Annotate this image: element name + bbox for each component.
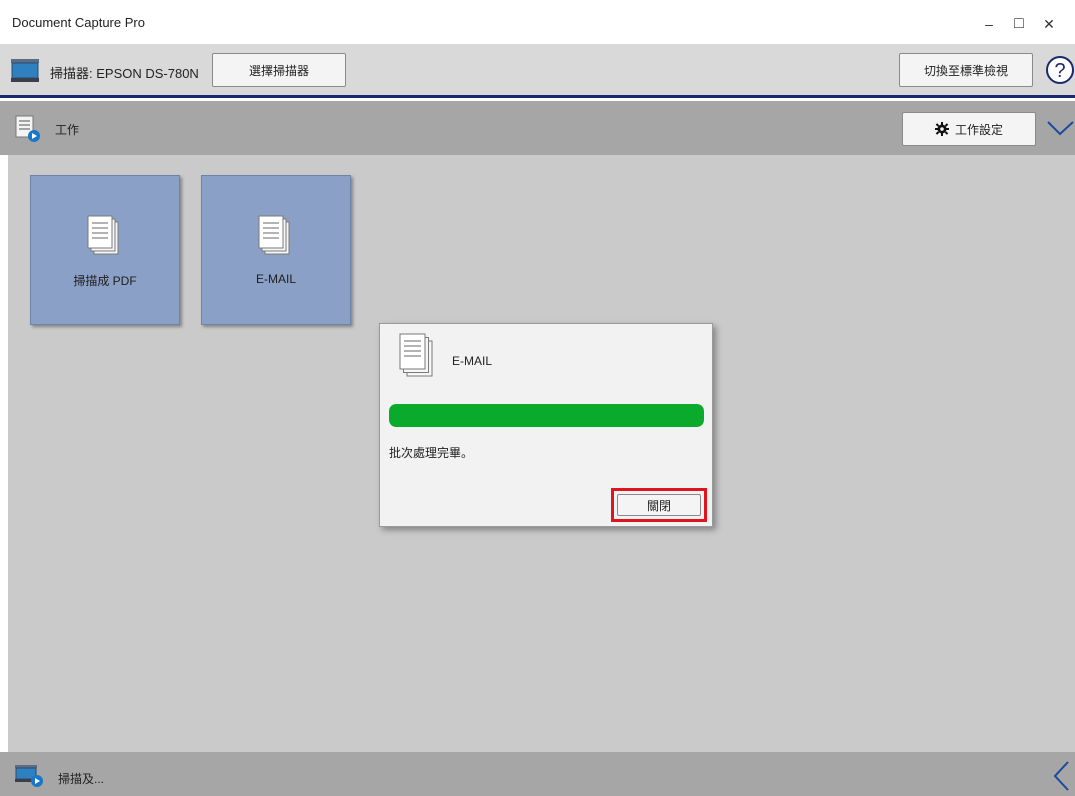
close-window-button[interactable]: ✕ [1034, 12, 1064, 36]
gear-icon [934, 122, 949, 136]
scanner-icon [11, 59, 39, 82]
scanner-name-label: 掃描器: EPSON DS-780N [50, 66, 199, 81]
maximize-button[interactable]: □ [1004, 12, 1034, 36]
document-stack-icon [399, 333, 433, 377]
job-tile-scan-to-pdf[interactable]: 掃描成 PDF [30, 175, 180, 325]
progress-bar [389, 404, 704, 427]
question-circle-icon[interactable]: ? [1045, 53, 1075, 87]
close-button[interactable]: 關閉 [617, 494, 701, 516]
maximize-icon: □ [1014, 15, 1024, 32]
bottom-bar: 掃描及... [0, 752, 1075, 796]
chevron-left-icon[interactable] [1048, 758, 1075, 794]
job-tile-label: 掃描成 PDF [73, 274, 137, 288]
window-title: Document Capture Pro [12, 15, 145, 30]
minimize-button[interactable]: – [974, 12, 1004, 36]
jobs-label: 工作 [55, 123, 80, 137]
jobs-bar: 工作 工作設定 [0, 101, 1075, 155]
document-stack-icon [258, 215, 290, 255]
title-bar: Document Capture Pro – □ ✕ [0, 0, 1075, 44]
job-tile-email[interactable]: E-MAIL [201, 175, 351, 325]
job-list-icon [15, 115, 40, 142]
status-message: 批次處理完畢。 [389, 446, 474, 460]
scan-to-label: 掃描及... [58, 772, 105, 786]
select-scanner-button[interactable]: 選擇掃描器 [212, 53, 346, 87]
minimize-icon: – [985, 16, 993, 32]
scan-to-icon [15, 765, 43, 787]
job-settings-button[interactable]: 工作設定 [902, 112, 1036, 146]
dialog-title: E-MAIL [452, 354, 493, 368]
progress-fill [389, 404, 704, 427]
switch-to-standard-view-button[interactable]: 切換至標準檢視 [899, 53, 1033, 87]
document-stack-icon [87, 215, 119, 255]
scanner-bar: 掃描器: EPSON DS-780N 選擇掃描器 切換至標準檢視 ? [0, 44, 1075, 98]
chevron-down-icon[interactable] [1044, 113, 1075, 143]
svg-text:?: ? [1054, 60, 1065, 82]
close-icon: ✕ [1043, 15, 1055, 32]
job-tile-label: E-MAIL [255, 272, 296, 286]
job-settings-label: 工作設定 [954, 122, 1003, 137]
batch-progress-dialog: E-MAIL 批次處理完畢。 關閉 [379, 323, 713, 527]
